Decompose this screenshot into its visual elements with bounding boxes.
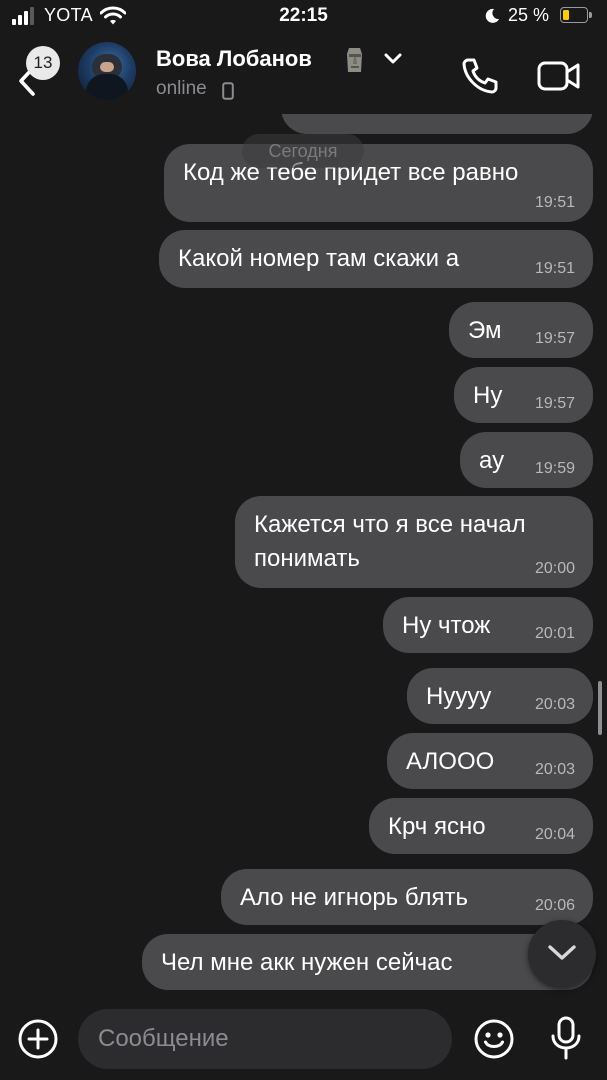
mobile-phone-icon bbox=[222, 82, 234, 105]
plus-icon bbox=[18, 1019, 58, 1059]
message-text: Какой номер там скажи а bbox=[178, 245, 460, 272]
message-text: ау bbox=[479, 447, 505, 474]
avatar[interactable] bbox=[78, 42, 136, 100]
message-bubble[interactable]: АЛООО 20:03 bbox=[387, 733, 593, 789]
date-separator: Сегодня bbox=[242, 134, 364, 168]
voice-message-button[interactable] bbox=[544, 1014, 588, 1062]
unread-count-badge: 13 bbox=[26, 46, 60, 80]
message-bubble[interactable]: Какой номер там скажи а 19:51 bbox=[159, 230, 593, 288]
message-text: Эм bbox=[468, 317, 502, 344]
scrollbar[interactable] bbox=[598, 681, 602, 735]
message-time: 20:00 bbox=[534, 560, 575, 577]
message-text: Ну чтож bbox=[402, 612, 491, 639]
back-button[interactable]: 13 bbox=[10, 46, 60, 104]
message-time: 20:04 bbox=[534, 826, 575, 843]
message-time: 19:57 bbox=[534, 330, 575, 347]
do-not-disturb-moon-icon bbox=[484, 8, 500, 29]
message-text: Ну bbox=[473, 382, 503, 409]
moai-emoji-icon bbox=[344, 46, 366, 79]
message-bubble[interactable]: ау 19:59 bbox=[460, 432, 593, 488]
battery-icon bbox=[560, 7, 594, 25]
status-bar: YOTA 22:15 25 % bbox=[0, 0, 607, 34]
video-call-button[interactable] bbox=[536, 54, 582, 98]
message-time: 20:03 bbox=[534, 696, 575, 713]
message-bubble[interactable]: Эм 19:57 bbox=[449, 302, 593, 358]
message-bubble[interactable]: Чел мне акк нужен сейчас 2 bbox=[142, 934, 593, 990]
message-bubble[interactable]: Код же тебе придет все равно 19:51 bbox=[164, 144, 593, 222]
message-time: 20:01 bbox=[534, 625, 575, 642]
video-camera-icon bbox=[537, 61, 580, 91]
message-bubble[interactable]: Ну чтож 20:01 bbox=[383, 597, 593, 653]
message-time: 20:06 bbox=[534, 897, 575, 914]
message-time: 19:51 bbox=[534, 194, 575, 211]
message-time: 19:59 bbox=[534, 460, 575, 477]
message-bubble[interactable]: Крч ясно 20:04 bbox=[369, 798, 593, 854]
microphone-icon bbox=[551, 1016, 581, 1060]
message-text: Ало не игнорь блять bbox=[240, 884, 469, 911]
attach-button[interactable] bbox=[16, 1017, 60, 1061]
message-text: АЛООО bbox=[406, 748, 495, 775]
message-list[interactable]: Сегодня Код же тебе придет все равно 19:… bbox=[0, 114, 607, 1000]
partial-message-bubble bbox=[281, 114, 593, 134]
call-button[interactable] bbox=[458, 54, 502, 98]
presence-status: online bbox=[156, 78, 207, 99]
chevron-down-icon[interactable] bbox=[384, 52, 402, 70]
message-text: Крч ясно bbox=[388, 813, 486, 840]
message-time: 19:57 bbox=[534, 395, 575, 412]
emoji-button[interactable] bbox=[472, 1017, 516, 1061]
message-bubble[interactable]: Ало не игнорь блять 20:06 bbox=[221, 869, 593, 925]
chat-screen: YOTA 22:15 25 % 13 Вова Лобанов online С… bbox=[0, 0, 607, 1080]
message-text: Нуууу bbox=[426, 683, 492, 710]
emoji-icon bbox=[474, 1019, 514, 1059]
message-time: 20:03 bbox=[534, 761, 575, 778]
message-composer bbox=[0, 1000, 607, 1080]
battery-percentage: 25 % bbox=[508, 5, 550, 25]
message-bubble[interactable]: Кажется что я все начал понимать 20:00 bbox=[235, 496, 593, 588]
chat-header: 13 Вова Лобанов online bbox=[0, 34, 607, 114]
contact-name[interactable]: Вова Лобанов bbox=[156, 46, 312, 72]
phone-icon bbox=[462, 58, 498, 94]
message-text: Чел мне акк нужен сейчас bbox=[161, 949, 453, 976]
scroll-to-bottom-button[interactable] bbox=[528, 920, 596, 988]
message-bubble[interactable]: Нуууу 20:03 bbox=[407, 668, 593, 724]
message-time: 19:51 bbox=[534, 260, 575, 277]
chevron-down-icon bbox=[548, 945, 576, 960]
message-input[interactable] bbox=[78, 1009, 452, 1069]
message-bubble[interactable]: Ну 19:57 bbox=[454, 367, 593, 423]
message-text: Кажется что я все начал понимать bbox=[254, 511, 526, 572]
